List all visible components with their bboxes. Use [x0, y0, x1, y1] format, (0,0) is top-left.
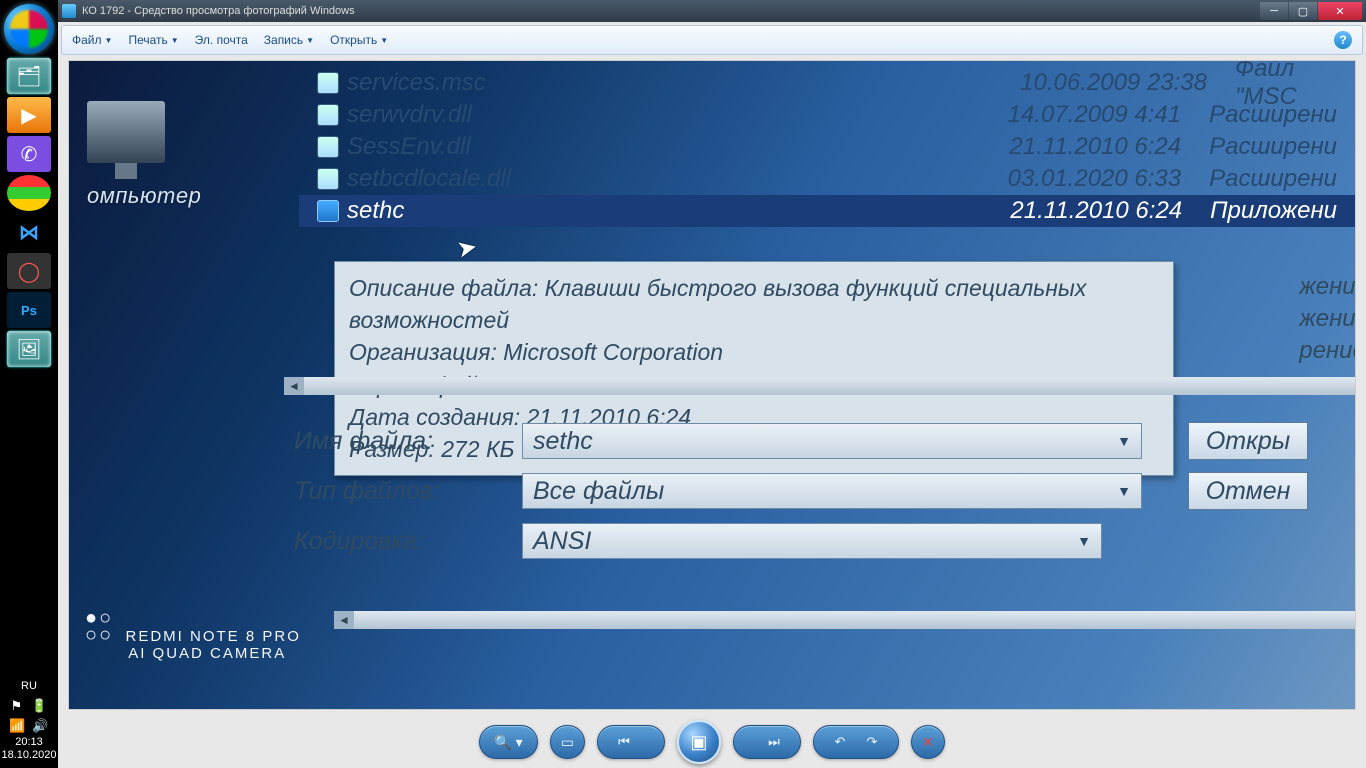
taskbar: 🗂 ▶ ✆ ⋈ ◯ Ps 🖼 RU ⚑ 🔋 📶 🔊 20:13 18.10.2020: [0, 0, 58, 768]
prev-next-group: ⏮: [597, 725, 665, 759]
file-type: Расширени: [1181, 101, 1337, 129]
desktop-computer-icon: омпьютер: [87, 101, 201, 209]
tray-flag-icon[interactable]: ⚑: [11, 698, 23, 714]
taskbar-opera-icon[interactable]: ◯: [7, 253, 51, 289]
file-icon: [317, 72, 339, 94]
photo-content: омпьютер services.msc10.06.2009 23:38Фай…: [69, 61, 1355, 709]
maximize-button[interactable]: ▢: [1289, 2, 1317, 20]
menu-burn[interactable]: Запись: [264, 33, 314, 47]
tray-volume-icon[interactable]: 🔊: [32, 718, 48, 734]
rotate-cw-button[interactable]: ↷: [860, 730, 884, 754]
viewer-controlbar: 🔍 ▾ ▭ ⏮ ▣ ⏭ ↶ ↷ ✕: [58, 716, 1366, 768]
taskbar-vscode-icon[interactable]: ⋈: [7, 214, 51, 250]
help-icon[interactable]: ?: [1334, 31, 1352, 49]
clock-time[interactable]: 20:13: [0, 736, 58, 749]
file-icon: [317, 136, 339, 158]
minimize-button[interactable]: ─: [1260, 2, 1288, 20]
file-type: Приложени: [1182, 197, 1337, 225]
next-button[interactable]: ⏭: [762, 730, 786, 754]
dialog-scrollbar[interactable]: ◄: [334, 611, 1355, 629]
clock-date[interactable]: 18.10.2020: [0, 749, 58, 762]
photo-stage: омпьютер services.msc10.06.2009 23:38Фай…: [68, 60, 1356, 710]
menu-print[interactable]: Печать: [128, 33, 178, 47]
taskbar-chrome-icon[interactable]: [7, 175, 51, 211]
tray-network-icon[interactable]: 📶: [9, 718, 25, 734]
taskbar-viber-icon[interactable]: ✆: [7, 136, 51, 172]
delete-button[interactable]: ✕: [911, 725, 945, 759]
file-date: 21.11.2010 6:24: [910, 197, 1182, 225]
language-indicator[interactable]: RU: [0, 676, 58, 696]
taskbar-explorer-icon[interactable]: 🗂: [7, 58, 51, 94]
filetype-label: Тип файлов:: [294, 477, 504, 506]
next-group: ⏭: [733, 725, 801, 759]
file-row[interactable]: setbcdlocale.dll03.01.2020 6:33Расширени: [299, 163, 1355, 195]
file-icon: [317, 200, 339, 222]
file-date: 10.06.2009 23:38: [927, 69, 1207, 97]
taskbar-photoviewer-icon[interactable]: 🖼: [7, 331, 51, 367]
file-name: sethc: [347, 197, 910, 225]
file-row[interactable]: services.msc10.06.2009 23:38Файл "MSC: [299, 67, 1355, 99]
taskbar-media-icon[interactable]: ▶: [7, 97, 51, 133]
file-date: 14.07.2009 4:41: [910, 101, 1182, 129]
zoom-control[interactable]: 🔍 ▾: [479, 725, 537, 759]
close-button[interactable]: ✕: [1318, 2, 1362, 20]
actual-size-button[interactable]: ▭: [550, 725, 585, 759]
encoding-label: Кодировка:: [294, 527, 504, 556]
file-row[interactable]: serwvdrv.dll14.07.2009 4:41Расширени: [299, 99, 1355, 131]
file-date: 03.01.2020 6:33: [910, 165, 1182, 193]
open-button[interactable]: Откры: [1188, 422, 1308, 460]
menu-email[interactable]: Эл. почта: [195, 33, 248, 47]
menubar: Файл Печать Эл. почта Запись Открыть ?: [61, 25, 1363, 55]
encoding-field[interactable]: ANSI: [522, 523, 1102, 559]
photo-viewer-window: КО 1792 - Средство просмотра фотографий …: [58, 0, 1366, 768]
cancel-button[interactable]: Отмен: [1188, 472, 1308, 510]
file-name: SessEnv.dll: [347, 133, 910, 161]
slideshow-button[interactable]: ▣: [677, 720, 721, 764]
file-list: services.msc10.06.2009 23:38Файл "MSCser…: [299, 67, 1355, 227]
file-name: serwvdrv.dll: [347, 101, 910, 129]
menu-file[interactable]: Файл: [72, 33, 112, 47]
tray-battery-icon[interactable]: 🔋: [31, 698, 47, 714]
filename-field[interactable]: sethc: [522, 423, 1142, 459]
prev-button[interactable]: ⏮: [612, 730, 636, 754]
window-title: КО 1792 - Средство просмотра фотографий …: [82, 5, 1259, 17]
taskbar-photoshop-icon[interactable]: Ps: [7, 292, 51, 328]
file-name: setbcdlocale.dll: [347, 165, 910, 193]
mouse-cursor-icon: ➤: [454, 232, 480, 265]
titlebar[interactable]: КО 1792 - Средство просмотра фотографий …: [58, 0, 1366, 22]
taskbar-tray: RU ⚑ 🔋 📶 🔊 20:13 18.10.2020: [0, 676, 58, 768]
rotate-group: ↶ ↷: [813, 725, 899, 759]
file-date: 21.11.2010 6:24: [910, 133, 1182, 161]
start-orb[interactable]: [4, 4, 54, 54]
filetype-field[interactable]: Все файлы: [522, 473, 1142, 509]
file-type: Расширени: [1181, 133, 1337, 161]
filename-label: Имя файла:: [294, 427, 504, 456]
file-row[interactable]: sethc21.11.2010 6:24Приложени: [299, 195, 1355, 227]
file-type: Расширени: [1181, 165, 1337, 193]
file-icon: [317, 104, 339, 126]
window-icon: [62, 4, 76, 18]
menu-open[interactable]: Открыть: [330, 33, 388, 47]
file-name: services.msc: [347, 69, 927, 97]
dialog-form: Имя файла: sethc Откры Тип файлов: Все ф…: [294, 416, 1355, 566]
file-icon: [317, 168, 339, 190]
photo-watermark: ●○○○ REDMI NOTE 8 PRO AI QUAD CAMERA: [85, 611, 301, 662]
file-list-scrollbar[interactable]: ◄: [284, 377, 1355, 395]
file-row[interactable]: SessEnv.dll21.11.2010 6:24Расширени: [299, 131, 1355, 163]
rotate-ccw-button[interactable]: ↶: [828, 730, 852, 754]
